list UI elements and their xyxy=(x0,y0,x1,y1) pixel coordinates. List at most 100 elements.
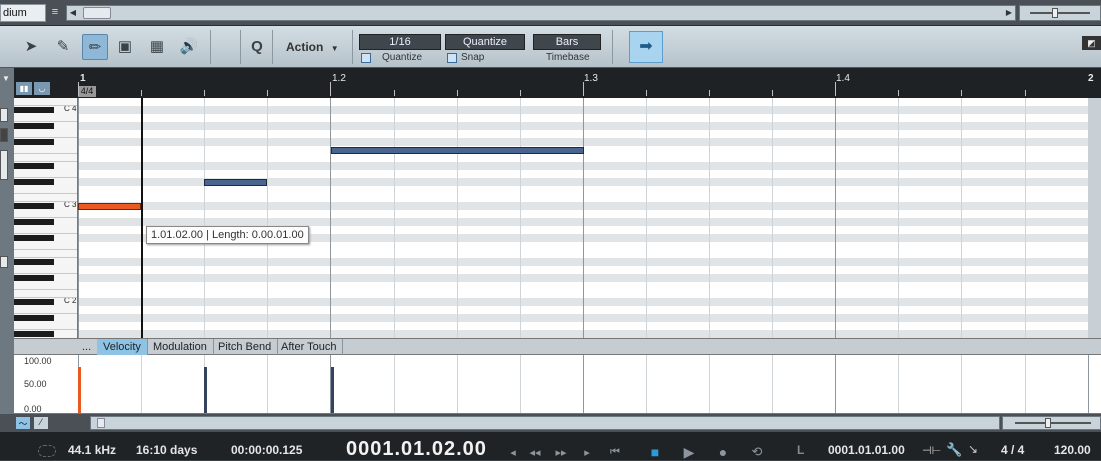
timeline-ruler[interactable] xyxy=(14,68,1101,98)
ruler-mark: 1.2 xyxy=(332,73,346,84)
black-key[interactable] xyxy=(14,179,54,185)
chevron-down-icon: ▼ xyxy=(330,44,339,53)
snap-label: Snap xyxy=(461,52,485,63)
menu-icon[interactable]: ≡ xyxy=(48,5,62,20)
white-key-line xyxy=(14,273,77,274)
metronome-icon[interactable]: ⊣⊢ xyxy=(922,444,941,457)
quantize-q-button[interactable]: Q xyxy=(244,34,270,60)
ruler-tick xyxy=(267,90,269,96)
scroll-thumb[interactable] xyxy=(97,418,105,428)
piano-keyboard[interactable]: C 4 C 3 C 2 xyxy=(14,98,78,338)
loop-start[interactable]: 0001.01.01.00 xyxy=(828,443,905,457)
position-display[interactable]: 0001.01.02.00 xyxy=(346,438,487,461)
lane-line-icon[interactable]: ⁄ xyxy=(34,417,48,429)
range-tool-icon[interactable]: ▦ xyxy=(144,34,170,60)
tab-velocity[interactable]: Velocity xyxy=(97,339,148,355)
lane-mode-icon[interactable]: 〜 xyxy=(16,417,30,429)
pencil-tool-icon[interactable]: ✏ xyxy=(82,34,108,60)
drum-view-icon[interactable]: ◡ xyxy=(34,82,50,95)
black-key[interactable] xyxy=(14,203,54,209)
white-key-line xyxy=(14,257,77,258)
velocity-bar[interactable] xyxy=(204,367,207,413)
panel-toggle-icon[interactable]: ◩ xyxy=(1082,36,1101,50)
timebase-select[interactable]: Bars xyxy=(533,34,601,50)
black-key[interactable] xyxy=(14,331,54,337)
collapse-icon[interactable]: ▼ xyxy=(2,74,12,84)
vertical-scrollbar[interactable] xyxy=(1088,98,1101,338)
ruler-tick xyxy=(709,90,710,96)
action-label: Action xyxy=(286,40,324,54)
fast-forward-icon[interactable]: ▸▸ xyxy=(552,446,570,460)
black-key[interactable] xyxy=(14,123,54,129)
zoom-preset-select[interactable]: dium xyxy=(0,4,46,22)
note-grid[interactable] xyxy=(78,98,1088,338)
black-key[interactable] xyxy=(14,139,54,145)
zoom-thumb[interactable] xyxy=(1045,418,1051,428)
side-field[interactable] xyxy=(0,108,8,122)
bottom-horizontal-scrollbar[interactable] xyxy=(90,416,1000,430)
scroll-right-icon[interactable]: ▶ xyxy=(1003,6,1015,20)
black-key[interactable] xyxy=(14,219,54,225)
stop-icon[interactable]: ■ xyxy=(646,444,664,460)
side-field[interactable] xyxy=(0,150,8,180)
record-icon[interactable]: ● xyxy=(714,444,732,460)
time-signature[interactable]: 4 / 4 xyxy=(1001,443,1024,457)
tab-after-touch[interactable]: After Touch xyxy=(275,339,344,355)
white-key-line xyxy=(14,217,77,218)
quantize-checkbox[interactable] xyxy=(361,53,371,63)
tab-modulation[interactable]: Modulation xyxy=(147,339,214,355)
side-field[interactable] xyxy=(0,128,8,142)
midi-note[interactable] xyxy=(78,203,141,210)
rewind-start-icon[interactable]: ◂ xyxy=(504,446,522,460)
grid-line xyxy=(583,98,584,338)
ruler-tick xyxy=(645,90,647,96)
velocity-lane[interactable]: 100.00 50.00 0.00 xyxy=(14,355,1101,414)
ruler-tick xyxy=(961,90,963,96)
piano-view-icon[interactable]: ▮▮ xyxy=(16,82,32,95)
midi-note[interactable] xyxy=(331,147,584,154)
loop-icon[interactable]: ⟲ xyxy=(748,444,766,459)
snap-checkbox[interactable] xyxy=(447,53,457,63)
scroll-left-icon[interactable]: ◀ xyxy=(67,6,79,20)
midi-note[interactable] xyxy=(204,179,267,186)
bottom-zoom-slider[interactable] xyxy=(1002,416,1101,430)
top-horizontal-scrollbar[interactable]: ◀ ▶ xyxy=(66,5,1016,21)
forward-icon[interactable]: ▸ xyxy=(578,446,596,460)
to-start-icon[interactable]: ⏮ xyxy=(606,446,624,460)
black-key[interactable] xyxy=(14,259,54,265)
velocity-bar[interactable] xyxy=(78,367,81,413)
eraser-tool-icon[interactable]: ✎ xyxy=(50,34,76,60)
black-key[interactable] xyxy=(14,299,54,305)
lane-grid-line xyxy=(961,355,962,413)
listen-tool-icon[interactable]: 🔊 xyxy=(176,34,202,60)
quantize-value-select[interactable]: 1/16 xyxy=(359,34,441,50)
velocity-bar[interactable] xyxy=(331,367,334,413)
black-key[interactable] xyxy=(14,275,54,281)
scroll-thumb[interactable] xyxy=(83,7,111,19)
white-key-line xyxy=(14,289,77,290)
arrow-tool-icon[interactable]: ➤ xyxy=(18,34,44,60)
loop-indicator[interactable]: L xyxy=(797,443,804,457)
black-key[interactable] xyxy=(14,235,54,241)
left-panel-strip: ▼ xyxy=(0,68,14,414)
top-zoom-slider[interactable] xyxy=(1019,5,1101,21)
zoom-thumb[interactable] xyxy=(1052,8,1058,18)
white-key-line xyxy=(14,297,77,298)
ruler-tick xyxy=(772,90,774,96)
paint-tool-icon[interactable]: ▣ xyxy=(112,34,138,60)
black-key[interactable] xyxy=(14,163,54,169)
rewind-icon[interactable]: ◂◂ xyxy=(526,446,544,460)
action-menu-button[interactable]: Action ▼ xyxy=(276,34,350,60)
side-checkbox[interactable] xyxy=(0,256,8,268)
black-key[interactable] xyxy=(14,315,54,321)
play-icon[interactable]: ▶ xyxy=(680,444,698,460)
settings-wrench-icon[interactable]: 🔧 xyxy=(946,442,962,458)
black-key[interactable] xyxy=(14,107,54,113)
tab-more[interactable]: ... xyxy=(76,339,99,355)
precount-icon[interactable]: ↘ xyxy=(968,442,978,456)
tab-pitch-bend[interactable]: Pitch Bend xyxy=(212,339,279,355)
follow-playback-button[interactable]: ➡ xyxy=(629,31,663,63)
grid-line xyxy=(457,98,458,338)
tempo[interactable]: 120.00 xyxy=(1054,443,1091,457)
quantize-apply-button[interactable]: Quantize xyxy=(445,34,525,50)
